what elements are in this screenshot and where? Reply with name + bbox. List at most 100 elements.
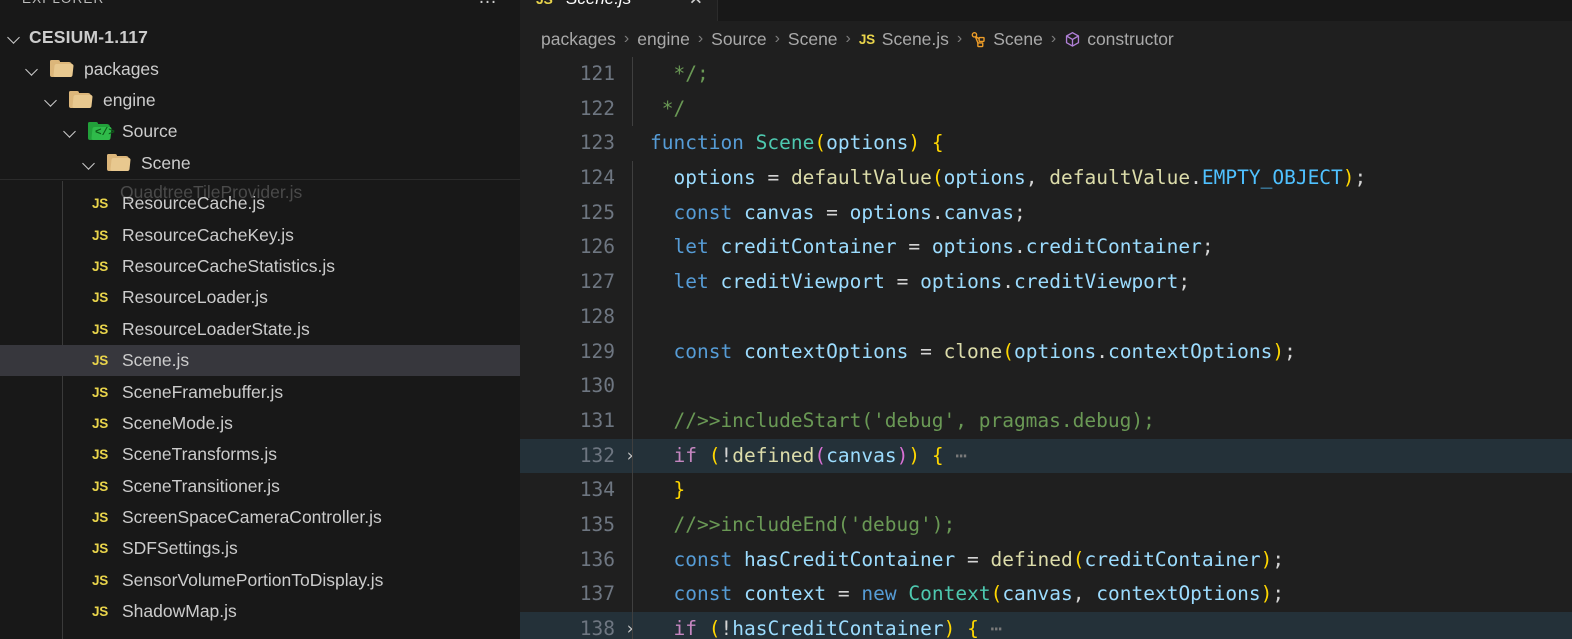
tree-root-label: CESIUM-1.117: [29, 27, 149, 48]
breadcrumb: packages › engine › Source › Scene › JS Scene.js ›…: [520, 21, 1572, 57]
breadcrumb-item-scene[interactable]: Scene: [788, 29, 838, 50]
js-file-icon: JS: [92, 384, 108, 400]
file-item-sceneframebuffer-js[interactable]: JS SceneFramebuffer.js: [0, 376, 520, 407]
breadcrumb-item-constructor[interactable]: constructor: [1064, 29, 1174, 50]
line-number: 122: [579, 96, 615, 120]
file-item-scene-js[interactable]: JS Scene.js: [0, 344, 520, 377]
file-item-shadowmap-js[interactable]: JS ShadowMap.js: [0, 596, 520, 627]
chevron-down-icon[interactable]: [43, 92, 60, 109]
editor-tab-scene-js[interactable]: JS Scene.js ✕: [520, 0, 718, 21]
indent-guide: [632, 334, 633, 370]
file-item-scenetransforms-js[interactable]: JS SceneTransforms.js: [0, 439, 520, 470]
file-item-label: SceneMode.js: [122, 412, 233, 433]
code-line[interactable]: 123 function Scene(options) {: [520, 126, 1572, 161]
code-line[interactable]: 137 const context = new Context(canvas, …: [520, 577, 1572, 612]
indent-guide: [632, 195, 633, 231]
file-item-sensorvolumeportiontodisplay-js[interactable]: JS SensorVolumePortionToDisplay.js: [0, 565, 520, 596]
breadcrumb-item-scene[interactable]: Scene: [970, 29, 1043, 50]
explorer-title: EXPLORER: [22, 0, 104, 6]
fold-chevron-icon[interactable]: ›: [622, 612, 638, 639]
breadcrumb-separator: ›: [623, 30, 630, 47]
sticky-header-divider: [0, 179, 520, 180]
editor-tab-label: Scene.js: [566, 0, 631, 9]
line-number: 126: [579, 235, 615, 259]
tree-folder-scene[interactable]: Scene: [0, 148, 520, 179]
js-file-icon: JS: [92, 541, 108, 557]
breadcrumb-item-packages[interactable]: packages: [541, 29, 616, 50]
breadcrumb-label: packages: [541, 28, 616, 49]
chevron-down-icon[interactable]: [6, 29, 23, 46]
tree-root-cesium[interactable]: CESIUM-1.117: [0, 22, 520, 53]
breadcrumb-item-source[interactable]: Source: [711, 29, 766, 50]
fold-chevron-icon[interactable]: ›: [622, 439, 638, 474]
file-item-resourceloader-js[interactable]: JS ResourceLoader.js: [0, 282, 520, 313]
breadcrumb-label: Scene: [993, 28, 1043, 49]
breadcrumb-separator: ›: [956, 30, 963, 47]
file-item-sdfsettings-js[interactable]: JS SDFSettings.js: [0, 533, 520, 564]
file-item-resourcecache-js[interactable]: JS ResourceCache.js: [0, 188, 520, 219]
file-item-resourcecachestatistics-js[interactable]: JS ResourceCacheStatistics.js: [0, 251, 520, 282]
symbol-class-icon: [970, 31, 987, 48]
file-item-resourceloaderstate-js[interactable]: JS ResourceLoaderState.js: [0, 314, 520, 345]
code-text: options = defaultValue(options, defaultV…: [673, 166, 1367, 190]
code-editor[interactable]: 121 */; 122 */ 123 function Scene(option…: [520, 57, 1572, 639]
tree-folder-source[interactable]: </> Source: [0, 116, 520, 147]
symbol-method-icon: [1064, 31, 1081, 48]
file-list: JS ResourceCache.js JS ResourceCacheKey.…: [0, 188, 520, 627]
indent-guide: [632, 473, 633, 508]
chevron-down-icon[interactable]: [24, 61, 41, 78]
code-line[interactable]: 125 const canvas = options.canvas;: [520, 195, 1572, 231]
indent-guide: [632, 299, 633, 335]
code-line[interactable]: 132 › if (!defined(canvas)) { ⋯: [520, 438, 1572, 474]
line-number: 134: [579, 478, 615, 502]
line-number: 121: [579, 62, 615, 85]
explorer-more-actions-button[interactable]: …: [478, 0, 498, 8]
code-text: if (!hasCreditContainer) { ⋯: [673, 617, 1003, 639]
code-line[interactable]: 135 //>>includeEnd('debug');: [520, 507, 1572, 543]
code-line[interactable]: 129 const contextOptions = clone(options…: [520, 334, 1572, 370]
file-item-label: ResourceLoader.js: [122, 287, 268, 308]
file-item-label: SceneTransitioner.js: [122, 475, 280, 496]
line-number: 129: [579, 339, 615, 363]
folder-icon: [49, 59, 75, 79]
breadcrumb-item-scene-js[interactable]: JS Scene.js: [859, 29, 949, 50]
tree-folder-packages[interactable]: packages: [0, 53, 520, 84]
tree-folder-engine[interactable]: engine: [0, 85, 520, 116]
code-line[interactable]: 127 let creditViewport = options.creditV…: [520, 265, 1572, 300]
chevron-down-icon[interactable]: [62, 123, 79, 140]
code-text: const hasCreditContainer = defined(credi…: [673, 547, 1285, 571]
file-item-scenemode-js[interactable]: JS SceneMode.js: [0, 408, 520, 439]
indent-guide: [632, 265, 633, 300]
indent-guide: [632, 230, 633, 266]
code-line[interactable]: 131 //>>includeStart('debug', pragmas.de…: [520, 403, 1572, 439]
code-line[interactable]: 130: [520, 369, 1572, 404]
code-line[interactable]: 136 const hasCreditContainer = defined(c…: [520, 542, 1572, 578]
breadcrumb-label: engine: [637, 28, 690, 49]
file-item-screenspacecameracontroller-js[interactable]: JS ScreenSpaceCameraController.js: [0, 502, 520, 533]
tab-bar-empty-space: [718, 0, 1572, 21]
code-text: if (!defined(canvas)) { ⋯: [673, 443, 968, 467]
close-icon[interactable]: ✕: [689, 0, 703, 7]
code-line[interactable]: 134 }: [520, 473, 1572, 508]
breadcrumb-separator: ›: [1050, 30, 1057, 47]
code-line[interactable]: 126 let creditContainer = options.credit…: [520, 230, 1572, 266]
tree-folder-label: Scene: [141, 152, 191, 173]
code-line[interactable]: 122 */: [520, 91, 1572, 127]
code-line[interactable]: 121 */;: [520, 57, 1572, 92]
breadcrumb-label: Scene.js: [881, 28, 949, 49]
code-text: }: [673, 478, 686, 502]
breadcrumb-item-engine[interactable]: engine: [637, 29, 690, 50]
code-line[interactable]: 124 options = defaultValue(options, defa…: [520, 161, 1572, 196]
folder-source-icon: </>: [87, 122, 115, 142]
file-item-resourcecachekey-js[interactable]: JS ResourceCacheKey.js: [0, 219, 520, 250]
line-number: 138: [579, 617, 615, 639]
js-file-icon: JS: [92, 353, 108, 369]
code-line[interactable]: 128: [520, 299, 1572, 335]
chevron-down-icon[interactable]: [81, 155, 98, 172]
indent-guide: [632, 91, 633, 127]
code-text: const canvas = options.canvas;: [673, 200, 1026, 224]
file-item-scenetransitioner-js[interactable]: JS SceneTransitioner.js: [0, 471, 520, 502]
file-item-label: SceneFramebuffer.js: [122, 381, 284, 402]
code-line[interactable]: 138 › if (!hasCreditContainer) { ⋯: [520, 612, 1572, 639]
line-number: 137: [579, 582, 615, 606]
